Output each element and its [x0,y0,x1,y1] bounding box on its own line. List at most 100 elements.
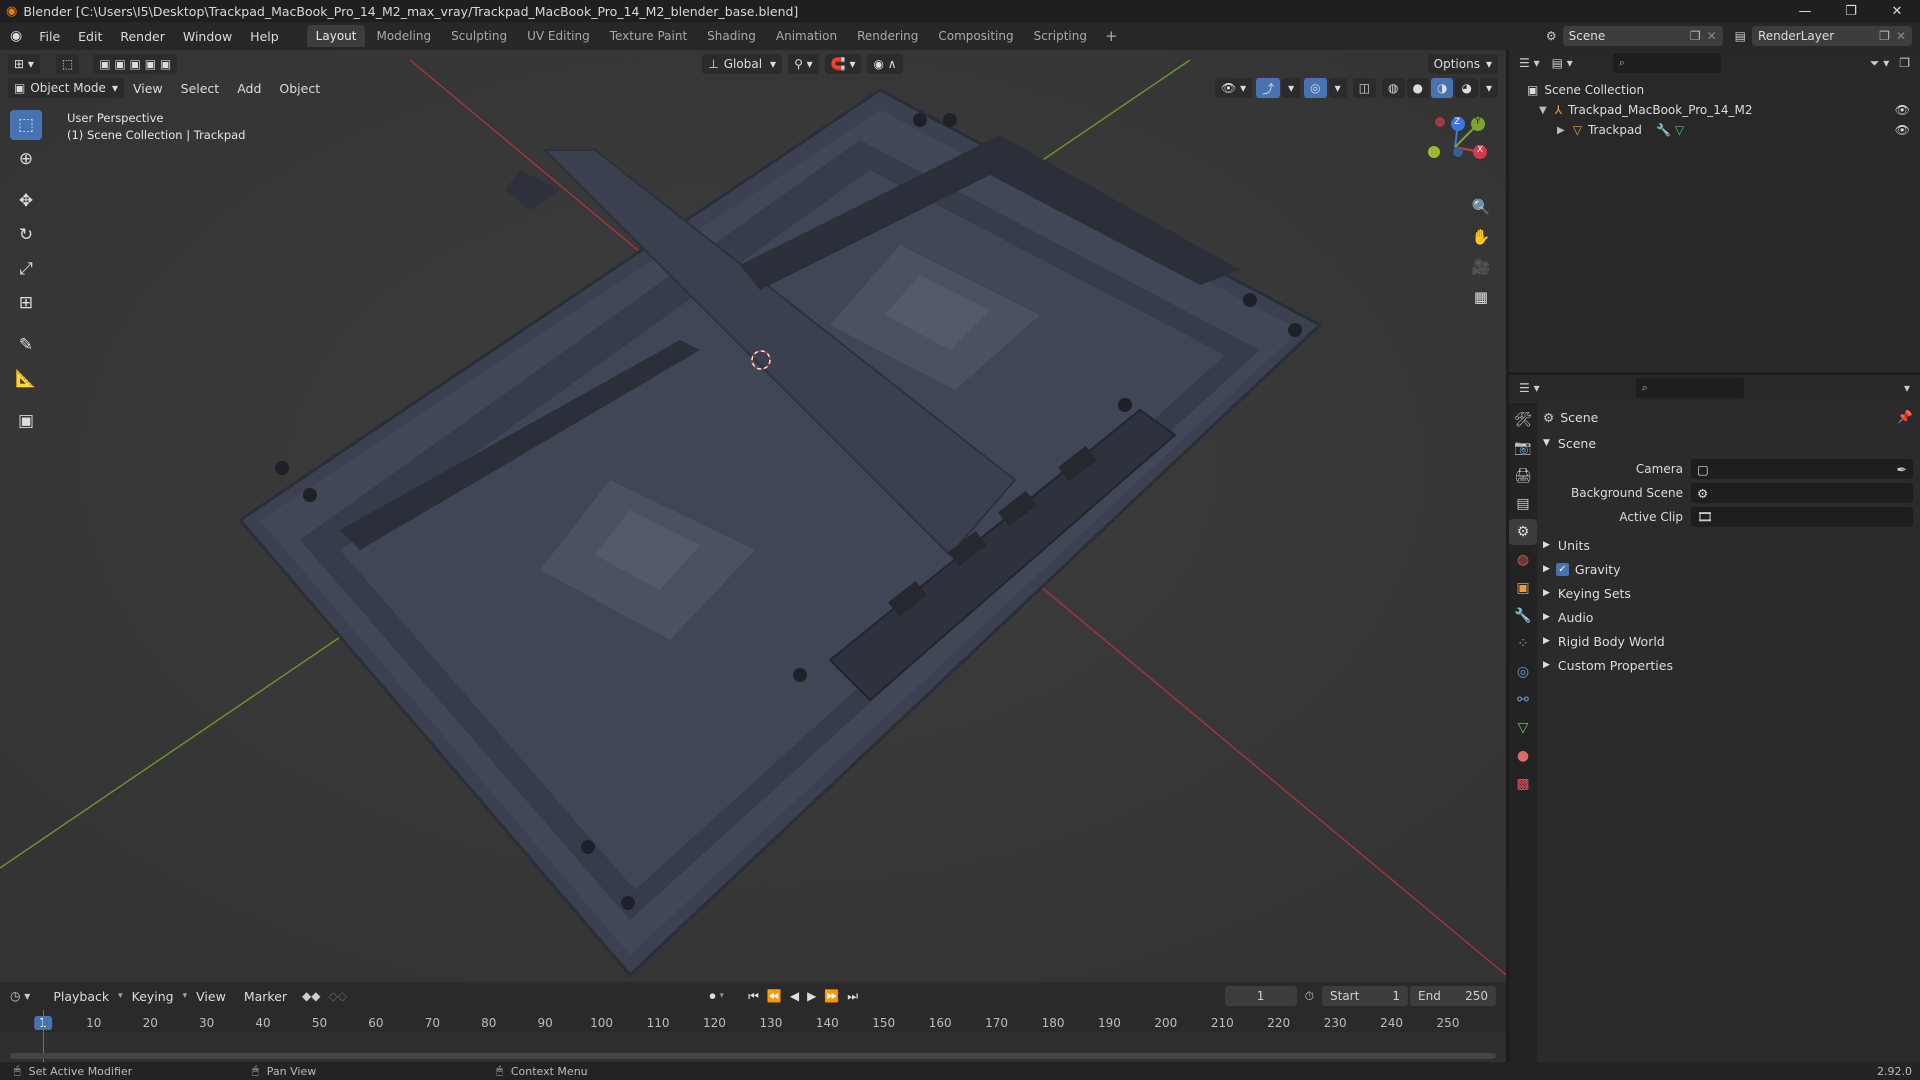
start-frame-field[interactable]: Start 1 [1322,986,1408,1006]
xray-icon[interactable]: ◫ [1352,78,1377,98]
camera-view-icon[interactable]: 🎥 [1468,254,1494,280]
outliner-scene-collection[interactable]: ▣ Scene Collection [1527,80,1920,100]
snap-icon[interactable]: 🧲 ▾ [824,54,862,74]
audio-panel[interactable]: ▶ Audio [1543,605,1913,629]
gravity-checkbox[interactable]: ✓ [1555,562,1569,576]
options-dropdown[interactable]: Options ▾ [1427,54,1498,74]
outliner-collection-row[interactable]: ▼ ⅄ Trackpad_MacBook_Pro_14_M2 👁 [1527,100,1920,120]
shading-dropdown-icon[interactable]: ▾ [1479,78,1498,98]
delete-scene-icon[interactable]: ✕ [1707,29,1717,43]
new-layer-icon[interactable]: ❐ [1879,29,1890,43]
properties-options-icon[interactable]: ▾ [1904,381,1910,395]
proportional-edit-icon[interactable]: ◉ ∧ [867,54,903,74]
visibility-icon[interactable]: 👁 ▾ [1215,78,1253,98]
rotate-tool-icon[interactable]: ↻ [10,220,42,250]
physics-tab-icon[interactable]: ◎ [1509,659,1537,685]
tab-texture-paint[interactable]: Texture Paint [601,25,696,47]
keyframe-extra-icon[interactable]: ◇◇ [329,989,347,1003]
custom-properties-panel[interactable]: ▶ Custom Properties [1543,653,1913,677]
blender-menu-icon[interactable]: ◉ [10,28,22,44]
editor-type-icon[interactable]: ⊞ ▾ [8,54,40,74]
overlay-toggle-icon[interactable]: ◎ [1304,78,1327,98]
stopwatch-icon[interactable]: ⏱ [1305,989,1314,1004]
ortho-grid-icon[interactable]: ▦ [1468,284,1494,310]
scene-selector[interactable]: Scene ❐ ✕ [1562,26,1723,46]
new-collection-icon[interactable]: ❐ [1899,56,1910,70]
keyframe-icon[interactable]: ◆◆ [302,989,320,1003]
delete-layer-icon[interactable]: ✕ [1896,29,1906,43]
selection-modes-icon[interactable]: ▣ ▣ ▣ ▣ ▣ [93,54,178,74]
visibility-eye-icon[interactable]: 👁 [1895,103,1910,117]
record-icon[interactable]: ⏺ [710,989,716,1004]
world-tab-icon[interactable]: ◍ [1509,547,1537,573]
viewport-menu-object[interactable]: Object [270,81,329,96]
expand-arrow-icon[interactable]: ▼ [1539,105,1547,116]
orientation-dropdown[interactable]: ⊥ Global ▾ [702,54,783,74]
render-tab-icon[interactable]: 📷 [1509,435,1537,461]
menu-file[interactable]: File [30,29,69,44]
outliner-search-input[interactable]: ⌕ [1612,53,1721,73]
particles-tab-icon[interactable]: ⁘ [1509,631,1537,657]
properties-search-input[interactable]: ⌕ [1635,378,1744,398]
tab-scripting[interactable]: Scripting [1025,25,1096,47]
tab-compositing[interactable]: Compositing [929,25,1022,47]
tab-sculpting[interactable]: Sculpting [442,25,516,47]
timeline-menu-playback[interactable]: Playback [44,989,118,1004]
scene-selector-icon[interactable]: ⚙ [1546,29,1557,43]
3d-viewport[interactable]: User Perspective (1) Scene Collection | … [0,50,1506,982]
pan-hand-icon[interactable]: ✋ [1468,224,1494,250]
jump-key-back-icon[interactable]: ⏪ [767,989,782,1003]
tab-rendering[interactable]: Rendering [848,25,927,47]
timeline-menu-marker[interactable]: Marker [235,989,296,1004]
timeline-menu-view[interactable]: View [187,989,235,1004]
measure-tool-icon[interactable]: 📐 [10,364,42,394]
constraints-tab-icon[interactable]: ⚯ [1509,687,1537,713]
display-mode-icon[interactable]: ▤ ▾ [1552,56,1573,70]
tab-uv-editing[interactable]: UV Editing [518,25,599,47]
gravity-panel[interactable]: ▶ ✓ Gravity [1543,557,1913,581]
scene-tab-icon[interactable]: ⚙ [1509,519,1537,545]
output-tab-icon[interactable]: 🖨 [1509,463,1537,489]
eyedropper-icon[interactable]: ✒ [1897,462,1907,477]
object-tab-icon[interactable]: ▣ [1509,575,1537,601]
viewport-menu-view[interactable]: View [124,81,172,96]
tool-tab-icon[interactable]: 🛠 [1509,407,1537,433]
current-frame-field[interactable]: 1 [1224,986,1297,1006]
background-scene-field[interactable]: ⚙ [1691,483,1913,503]
keying-sets-panel[interactable]: ▶ Keying Sets [1543,581,1913,605]
jump-start-icon[interactable]: ⏮ [748,989,759,1004]
new-scene-icon[interactable]: ❐ [1690,29,1701,43]
move-tool-icon[interactable]: ✥ [10,186,42,216]
pin-icon[interactable]: 📌 [1897,409,1913,425]
add-workspace-icon[interactable]: + [1105,27,1118,45]
timeline-scrollbar[interactable] [10,1053,1496,1059]
units-panel[interactable]: ▶ Units [1543,533,1913,557]
outliner-object-row[interactable]: ▶ ▽ Trackpad 🔧 ▽ 👁 [1527,120,1920,140]
mode-dropdown[interactable]: ▣ Object Mode ▾ [8,78,124,98]
tab-layout[interactable]: Layout [306,25,366,47]
solid-shading-icon[interactable]: ● [1406,78,1429,98]
annotate-tool-icon[interactable]: ✎ [10,330,42,360]
select-box-tool-icon[interactable]: ⬚ [10,110,42,140]
cursor-tool-icon[interactable]: ⊕ [10,144,42,174]
menu-window[interactable]: Window [174,29,241,44]
rigid-body-world-panel[interactable]: ▶ Rigid Body World [1543,629,1913,653]
close-button[interactable]: ✕ [1874,0,1920,22]
overlay-dropdown-icon[interactable]: ▾ [1328,78,1347,98]
render-layer-selector[interactable]: RenderLayer ❐ ✕ [1752,26,1912,46]
active-clip-field[interactable]: 🎞 [1691,507,1913,527]
scene-panel-header[interactable]: ▼ Scene [1543,431,1913,455]
viewport-menu-add[interactable]: Add [228,81,270,96]
texture-tab-icon[interactable]: ▩ [1509,771,1537,797]
select-mode-icon[interactable]: ⬚ [55,54,80,74]
wireframe-shading-icon[interactable]: ◍ [1382,78,1405,98]
rendered-shading-icon[interactable]: ◕ [1455,78,1478,98]
add-cube-tool-icon[interactable]: ▣ [10,406,42,436]
tab-animation[interactable]: Animation [767,25,846,47]
view-layer-tab-icon[interactable]: ▤ [1509,491,1537,517]
maximize-button[interactable]: ❐ [1828,0,1874,22]
modifier-tab-icon[interactable]: 🔧 [1509,603,1537,629]
end-frame-field[interactable]: End 250 [1410,986,1496,1006]
outliner-editor-icon[interactable]: ☰ ▾ [1519,56,1540,70]
navigation-gizmo[interactable]: Z Y X [1420,112,1490,182]
